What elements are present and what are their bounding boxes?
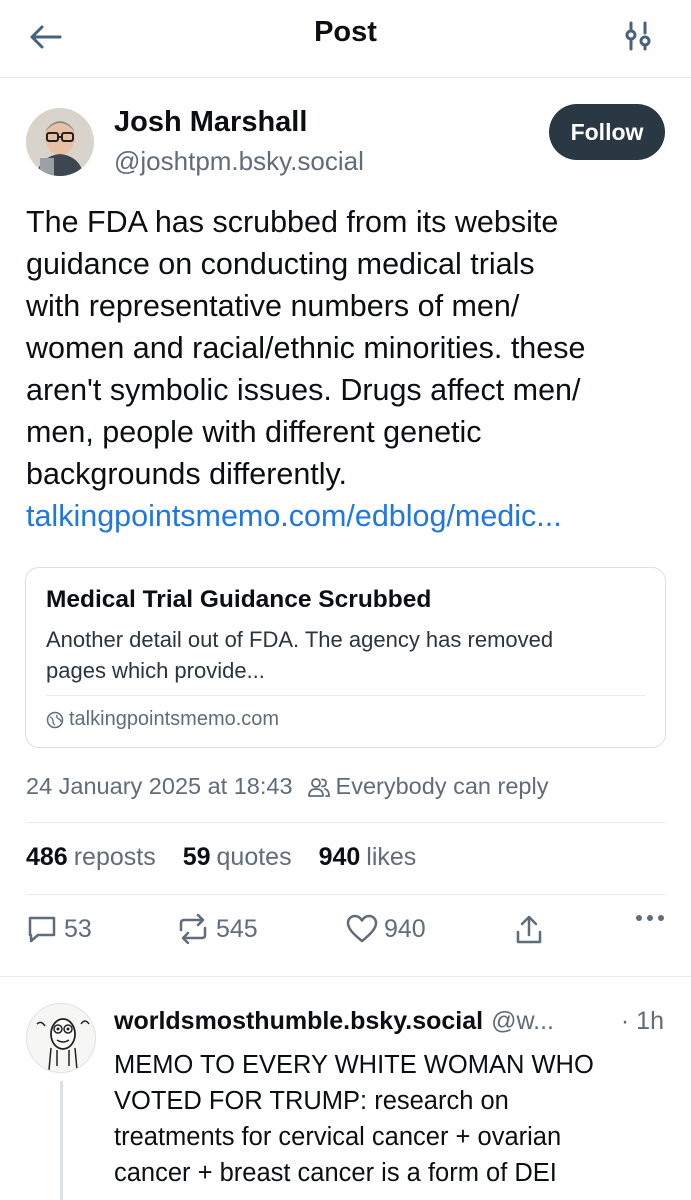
post-link[interactable]: talkingpointsmemo.com/edblog/medic...	[26, 495, 666, 537]
post-text-line: men, people with different genetic	[26, 415, 482, 449]
comment-icon	[28, 916, 56, 943]
post-author: Josh Marshall @joshtpm.bsky.social Follo…	[26, 104, 665, 184]
people-icon	[307, 777, 330, 797]
repost-count: 545	[216, 914, 258, 943]
link-preview-card[interactable]: Medical Trial Guidance Scrubbed Another …	[25, 567, 666, 748]
divider	[26, 894, 665, 895]
reply-text-line: cancer + breast cancer is a form of DEI	[114, 1159, 557, 1187]
page-title: Post	[314, 16, 377, 48]
top-bar: Post	[0, 0, 691, 78]
repost-button[interactable]: 545	[176, 914, 258, 944]
author-handle[interactable]: @joshtpm.bsky.social	[114, 146, 364, 177]
reply-post[interactable]: worldsmosthumble.bsky.social @w... · 1h …	[0, 977, 691, 1200]
reply-header: worldsmosthumble.bsky.social @w... · 1h	[114, 1007, 664, 1036]
repost-icon	[179, 914, 207, 944]
thread-line	[60, 1081, 63, 1200]
divider	[26, 822, 665, 823]
reply-button[interactable]: 53	[26, 914, 92, 944]
like-button[interactable]: 940	[346, 914, 426, 944]
reply-timestamp: · 1h	[620, 1007, 664, 1035]
reply-setting[interactable]: Everybody can reply	[307, 773, 549, 800]
link-card-divider	[46, 695, 645, 696]
reply-text: MEMO TO EVERY WHITE WOMAN WHO VOTED FOR …	[114, 1047, 674, 1191]
globe-icon	[46, 711, 64, 728]
post-timestamp: 24 January 2025 at 18:43	[26, 773, 293, 799]
post-text: The FDA has scrubbed from its website gu…	[26, 201, 666, 537]
share-button[interactable]	[514, 914, 544, 946]
more-icon	[636, 915, 664, 921]
share-icon	[516, 915, 542, 944]
link-card-description: Another detail out of FDA. The agency ha…	[46, 624, 646, 686]
heart-icon	[346, 914, 378, 943]
post-text-line: women and racial/ethnic minorities. thes…	[26, 331, 586, 365]
quotes-label: quotes	[216, 843, 292, 871]
post-text-line: The FDA has scrubbed from its website	[26, 205, 559, 239]
like-count: 940	[384, 914, 426, 943]
link-card-description-line: pages which provide...	[46, 658, 265, 683]
reply-text-line: treatments for cervical cancer + ovarian	[114, 1123, 562, 1151]
likes-stat[interactable]: 940 likes	[319, 843, 417, 872]
author-name[interactable]: Josh Marshall	[114, 106, 307, 139]
reply-text-line: MEMO TO EVERY WHITE WOMAN WHO	[114, 1051, 594, 1079]
reply-avatar[interactable]	[26, 1003, 96, 1073]
quotes-stat[interactable]: 59 quotes	[183, 843, 292, 872]
reply-author-handle[interactable]: @w...	[491, 1007, 554, 1036]
likes-label: likes	[366, 843, 417, 871]
post-stats: 486 reposts 59 quotes 940 likes	[26, 843, 416, 872]
reposts-label: reposts	[73, 843, 156, 871]
link-card-description-line: Another detail out of FDA. The agency ha…	[46, 627, 554, 652]
post-text-line: guidance on conducting medical trials	[26, 247, 535, 281]
post-text-line: with representative numbers of men/	[26, 289, 520, 323]
post-text-line: backgrounds differently.	[26, 457, 348, 491]
link-card-domain: talkingpointsmemo.com	[46, 708, 279, 731]
thread-settings-button[interactable]	[623, 20, 655, 54]
more-options-button[interactable]	[635, 914, 665, 922]
post-meta: 24 January 2025 at 18:43 Everybody can r…	[26, 773, 548, 800]
quotes-count: 59	[182, 843, 211, 871]
sliders-icon	[625, 21, 651, 51]
reposts-stat[interactable]: 486 reposts	[26, 843, 156, 872]
reply-text-line: VOTED FOR TRUMP: research on	[114, 1087, 509, 1115]
likes-count: 940	[318, 843, 361, 871]
link-card-domain-text: talkingpointsmemo.com	[69, 708, 280, 730]
reply-setting-label: Everybody can reply	[335, 773, 549, 799]
reposts-count: 486	[26, 843, 68, 871]
post-text-line: aren't symbolic issues. Drugs affect men…	[26, 373, 581, 407]
avatar[interactable]	[26, 108, 94, 176]
follow-button[interactable]: Follow	[549, 104, 665, 160]
post-actions: 53 545 940	[26, 914, 665, 956]
link-card-title: Medical Trial Guidance Scrubbed	[46, 586, 432, 613]
reply-author-name[interactable]: worldsmosthumble.bsky.social	[114, 1007, 483, 1036]
reply-count: 53	[64, 914, 92, 943]
